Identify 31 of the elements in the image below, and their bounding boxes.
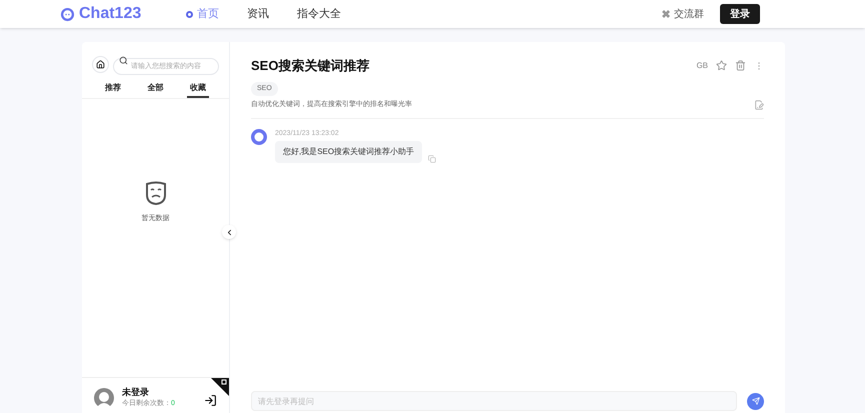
bot-avatar-icon (251, 128, 267, 144)
avatar-icon (94, 388, 114, 408)
home-icon (96, 60, 105, 68)
chat-title: SEO搜索关键词推荐 (251, 57, 370, 75)
user-name: 未登录 (122, 388, 150, 397)
tab[interactable]: 收藏 (186, 82, 209, 98)
language-button[interactable]: GB (696, 60, 708, 72)
question-input[interactable]: 请先登录再提问 (251, 391, 737, 411)
tab[interactable]: 推荐 (102, 82, 124, 98)
chat-bubble-logo-icon (60, 6, 75, 22)
send-icon (752, 397, 760, 405)
command-icon (662, 10, 670, 18)
qr-corner-icon[interactable] (211, 378, 229, 396)
ring-icon (186, 10, 193, 18)
login-icon[interactable] (204, 394, 217, 407)
message-bubble: 您好,我是SEO搜索关键词推荐小助手 (275, 141, 422, 163)
copy-icon[interactable] (428, 155, 436, 163)
star-icon[interactable] (716, 60, 727, 72)
trash-icon[interactable] (735, 60, 746, 72)
group-link[interactable]: 交流群 (662, 6, 704, 22)
logo-text: Chat123 (79, 4, 142, 24)
nav-link[interactable]: 资讯 (247, 6, 269, 22)
tab[interactable]: 全部 (144, 82, 166, 98)
send-button[interactable] (747, 392, 764, 410)
login-button[interactable]: 登录 (720, 4, 760, 24)
nav-link[interactable]: 指令大全 (297, 6, 341, 22)
collapse-button[interactable] (222, 225, 236, 239)
sad-mask-icon (144, 181, 168, 206)
search-icon (119, 56, 128, 65)
edit-icon[interactable] (754, 100, 764, 110)
home-button[interactable] (92, 56, 109, 72)
